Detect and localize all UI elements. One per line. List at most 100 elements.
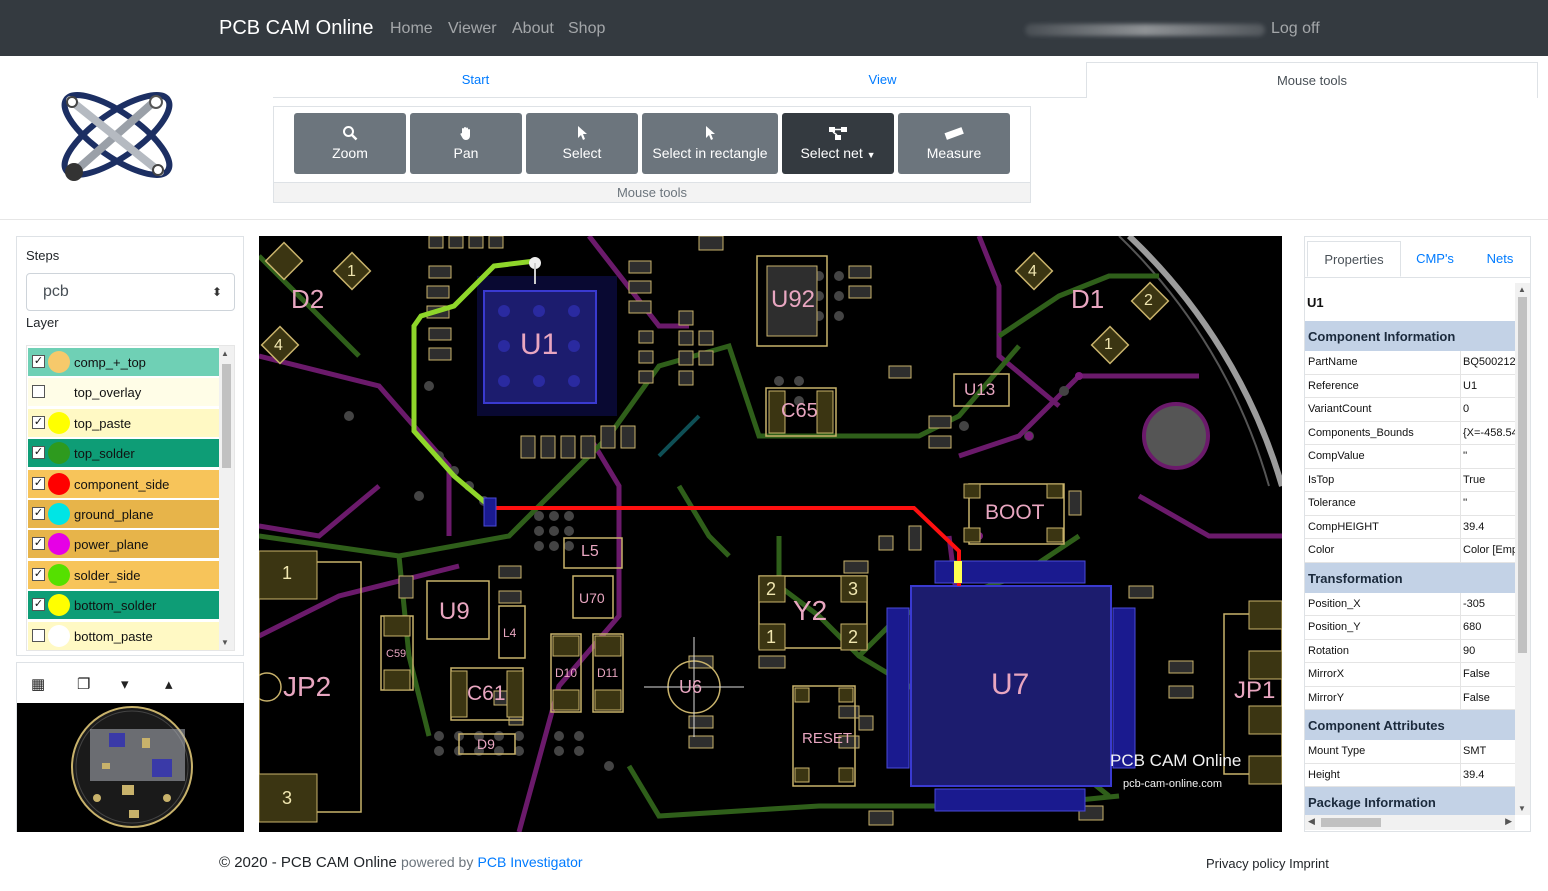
tab-mouse-tools[interactable]: Mouse tools	[1086, 62, 1538, 98]
property-row[interactable]: Height 39.4	[1305, 763, 1515, 787]
property-value[interactable]: 39.4	[1463, 769, 1515, 781]
property-value[interactable]: 90	[1463, 645, 1515, 657]
property-value[interactable]: 39.4	[1463, 521, 1515, 533]
layer-list-scrollbar[interactable]: ▲ ▼	[219, 346, 234, 650]
imprint-link[interactable]: Imprint	[1289, 856, 1329, 871]
property-row[interactable]: CompHEIGHT 39.4	[1305, 515, 1515, 539]
nav-home[interactable]: Home	[390, 20, 433, 38]
property-row[interactable]: Color Color [Empty]	[1305, 539, 1515, 563]
property-row[interactable]: Tolerance ''	[1305, 492, 1515, 516]
layer-row[interactable]: ✓ bottom_solder	[28, 591, 219, 620]
layer-row[interactable]: ✓ ground_plane	[28, 500, 219, 528]
layer-color-swatch[interactable]	[48, 411, 70, 434]
property-grid-vscroll[interactable]: ▲ ▼	[1515, 283, 1530, 815]
property-row[interactable]: Position_X -305	[1305, 592, 1515, 616]
scroll-up-icon[interactable]: ▲	[1518, 285, 1526, 294]
scrollbar-thumb[interactable]	[1321, 818, 1381, 827]
layer-color-swatch[interactable]	[48, 563, 70, 586]
layer-color-swatch[interactable]	[48, 351, 70, 373]
zoom-button[interactable]: Zoom	[294, 113, 406, 174]
layer-checkbox[interactable]: ✓	[32, 567, 45, 581]
pcb-canvas[interactable]: U1 U7 D2 D1 U92 C65 U13 BOOT Y2 JP2 JP1 …	[259, 236, 1282, 832]
layer-list[interactable]: bottom_paste ✓ bottom_solder ✓ solder_side ✓ p…	[26, 345, 235, 651]
property-row[interactable]: Reference U1	[1305, 374, 1515, 398]
nav-viewer[interactable]: Viewer	[448, 20, 497, 38]
nav-shop[interactable]: Shop	[568, 20, 605, 38]
layer-row[interactable]: ✓ comp_+_top	[28, 348, 219, 376]
property-row[interactable]: VariantCount 0	[1305, 398, 1515, 422]
layer-row[interactable]: top_overlay	[28, 378, 219, 407]
pan-button[interactable]: Pan	[410, 113, 522, 174]
property-value[interactable]: U1	[1463, 380, 1515, 392]
tab-nets[interactable]: Nets	[1469, 241, 1531, 277]
property-value[interactable]: 0	[1463, 403, 1515, 415]
scroll-down-icon[interactable]: ▼	[221, 638, 229, 647]
property-section-header[interactable]: Component Attributes	[1305, 710, 1515, 740]
scroll-up-icon[interactable]: ▲	[221, 349, 229, 358]
layer-row[interactable]: ✓ component_side	[28, 469, 219, 498]
select-in-rectangle-button[interactable]: Select in rectangle	[642, 113, 778, 174]
pcb-investigator-link[interactable]: PCB Investigator	[478, 854, 583, 870]
property-row[interactable]: Components_Bounds {X=-458.54	[1305, 421, 1515, 445]
property-row[interactable]: CompValue ''	[1305, 445, 1515, 469]
property-section-header[interactable]: Component Information	[1305, 321, 1515, 351]
layer-checkbox[interactable]: ✓	[32, 537, 45, 551]
property-section-header[interactable]: Transformation	[1305, 562, 1515, 593]
layer-row[interactable]: ✓ top_solder	[28, 439, 219, 468]
layer-color-swatch[interactable]	[48, 624, 70, 647]
property-value[interactable]: 680	[1463, 621, 1515, 633]
measure-button[interactable]: Measure	[898, 113, 1010, 174]
property-grid[interactable]: Component Information PartName BQ500212A Re…	[1305, 321, 1515, 815]
property-row[interactable]: Rotation 90	[1305, 639, 1515, 663]
layer-row[interactable]: ✓ top_paste	[28, 408, 219, 437]
select-net-button[interactable]: Select net ▼	[782, 113, 894, 174]
property-value[interactable]: False	[1463, 692, 1515, 704]
brand-title[interactable]: PCB CAM Online	[219, 17, 374, 40]
layer-checkbox[interactable]	[32, 385, 45, 399]
property-value[interactable]: BQ500212A	[1463, 356, 1515, 368]
layer-color-swatch[interactable]	[48, 442, 70, 465]
property-value[interactable]: ''	[1463, 450, 1515, 462]
property-value[interactable]: -305	[1463, 598, 1515, 610]
scrollbar-thumb[interactable]	[1518, 297, 1527, 653]
property-value[interactable]: True	[1463, 474, 1515, 486]
layer-color-swatch[interactable]	[48, 472, 70, 495]
property-value[interactable]: {X=-458.54	[1463, 427, 1515, 439]
layer-row[interactable]: ✓ solder_side	[28, 560, 219, 589]
property-row[interactable]: MirrorY False	[1305, 686, 1515, 710]
property-value[interactable]: SMT	[1463, 745, 1515, 757]
layer-checkbox[interactable]: ✓	[32, 355, 45, 368]
scrollbar-thumb[interactable]	[222, 364, 231, 468]
scroll-down-icon[interactable]: ▼	[1518, 804, 1526, 813]
layer-checkbox[interactable]: ✓	[32, 476, 45, 490]
property-row[interactable]: Position_Y 680	[1305, 616, 1515, 640]
tab-cmps[interactable]: CMP's	[1401, 241, 1469, 277]
caret-down-box-icon[interactable]: ▾	[121, 675, 129, 693]
property-section-header[interactable]: Package Information	[1305, 787, 1515, 815]
property-value[interactable]: ''	[1463, 497, 1515, 509]
property-row[interactable]: PartName BQ500212A	[1305, 351, 1515, 375]
tab-properties[interactable]: Properties	[1307, 241, 1401, 277]
layer-checkbox[interactable]: ✓	[32, 507, 45, 520]
property-row[interactable]: MirrorX False	[1305, 663, 1515, 687]
property-row[interactable]: IsTop True	[1305, 468, 1515, 492]
tab-view[interactable]: View	[680, 62, 1085, 98]
caret-up-box-icon[interactable]: ▴	[165, 675, 173, 693]
scroll-left-icon[interactable]: ◀	[1308, 816, 1315, 827]
copy-icon[interactable]: ❐	[77, 675, 90, 693]
property-row[interactable]: Mount Type SMT	[1305, 740, 1515, 764]
tab-start[interactable]: Start	[273, 62, 678, 98]
overview-map[interactable]	[17, 703, 244, 832]
layer-checkbox[interactable]: ✓	[32, 446, 45, 460]
layer-checkbox[interactable]	[32, 628, 45, 642]
layer-row[interactable]: ✓ power_plane	[28, 530, 219, 559]
layer-color-swatch[interactable]	[48, 381, 70, 404]
steps-select[interactable]: pcb ⬍	[26, 273, 235, 311]
scroll-right-icon[interactable]: ▶	[1505, 816, 1512, 827]
logoff-link[interactable]: Log off	[1271, 20, 1320, 38]
nav-about[interactable]: About	[512, 20, 554, 38]
property-grid-hscroll[interactable]: ◀ ▶	[1305, 815, 1515, 830]
property-value[interactable]: False	[1463, 668, 1515, 680]
property-value[interactable]: Color [Empty]	[1463, 544, 1515, 556]
layer-color-swatch[interactable]	[48, 533, 70, 556]
